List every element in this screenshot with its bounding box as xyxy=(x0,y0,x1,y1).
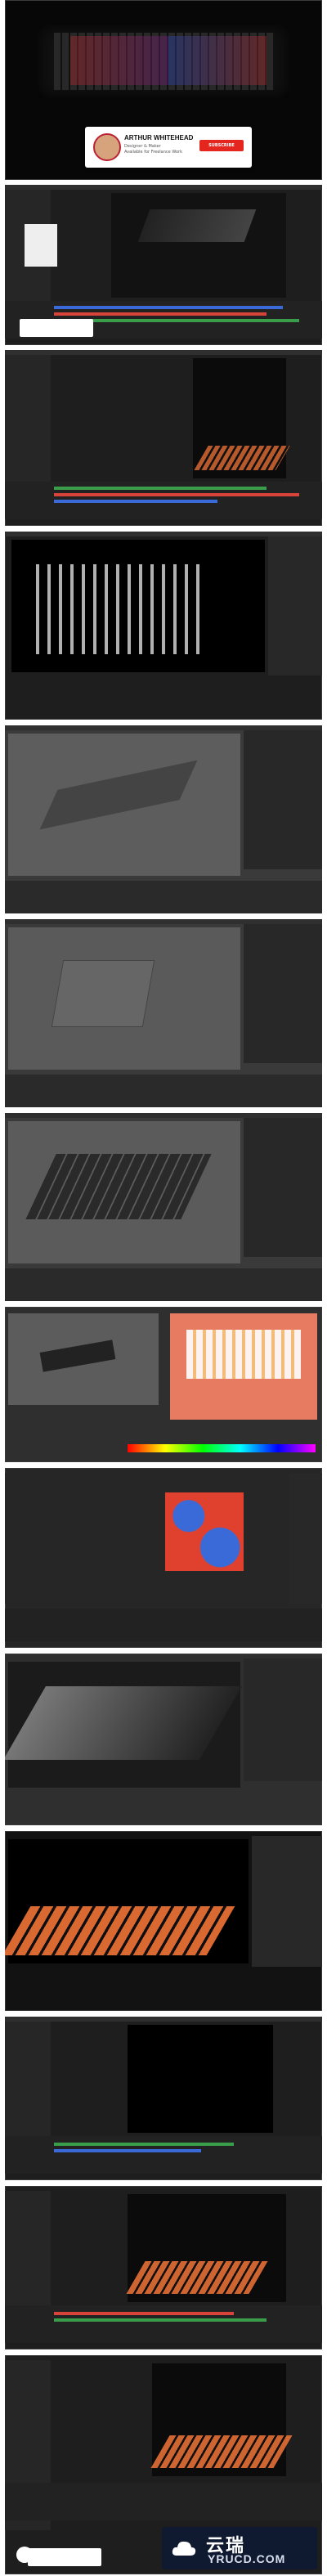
presenter-subtitle: Available for Freelance Work xyxy=(124,150,182,155)
3d-viewport[interactable] xyxy=(8,1121,240,1263)
material-bar[interactable] xyxy=(5,1075,322,1107)
project-panel[interactable] xyxy=(5,355,51,482)
channel-card xyxy=(20,319,93,337)
material-bar[interactable] xyxy=(5,1268,322,1301)
menu-bar[interactable] xyxy=(5,2017,322,2022)
menu-bar[interactable] xyxy=(5,185,322,190)
channel-card xyxy=(28,2548,101,2566)
3d-viewport[interactable] xyxy=(8,927,240,1070)
object-manager[interactable] xyxy=(244,730,322,869)
editor-frame-4 xyxy=(5,2017,322,2180)
project-panel[interactable] xyxy=(5,2191,51,2305)
presenter-name: ARTHUR WHITEHEAD xyxy=(124,134,194,141)
timeline[interactable] xyxy=(5,2136,322,2174)
timeline[interactable] xyxy=(5,2483,322,2520)
timeline[interactable] xyxy=(5,1609,322,1641)
noise-texture[interactable] xyxy=(165,1492,244,1571)
timeline[interactable] xyxy=(5,2305,322,2343)
editor-frame-1 xyxy=(5,185,322,345)
watermark-en: YRUCD.COM xyxy=(208,2552,286,2565)
render-viewport[interactable] xyxy=(5,1662,242,1788)
cinema4d-frame-2 xyxy=(5,919,322,1107)
project-panel[interactable] xyxy=(5,2022,51,2136)
preview-viewport[interactable] xyxy=(193,358,290,478)
render-frame-1 xyxy=(5,1654,322,1825)
presenter-card: ARTHUR WHITEHEAD Designer & Maker Availa… xyxy=(85,127,252,168)
3d-viewport[interactable] xyxy=(8,734,240,876)
color-picker-strip[interactable] xyxy=(128,1444,316,1452)
tools-panel[interactable] xyxy=(289,1473,322,1604)
render-frame-2 xyxy=(5,1831,322,2011)
preview-viewport[interactable] xyxy=(126,2194,286,2302)
properties-panel[interactable] xyxy=(268,536,322,675)
menu-bar[interactable] xyxy=(5,350,322,355)
object-manager[interactable] xyxy=(244,924,322,1063)
object-manager[interactable] xyxy=(244,1118,322,1257)
editor-frame-3 xyxy=(5,532,322,720)
editor-frame-6: 云瑞 YRUCD.COM xyxy=(5,2355,322,2574)
presenter-avatar xyxy=(93,133,121,161)
glow-viewport[interactable] xyxy=(5,1839,249,1963)
keyboard-preview[interactable] xyxy=(8,1313,159,1405)
subscribe-button[interactable]: SUBSCRIBE xyxy=(199,140,244,151)
settings-panel[interactable] xyxy=(252,1836,322,1967)
hero-frame: ARTHUR WHITEHEAD Designer & Maker Availa… xyxy=(5,0,322,180)
keycaps-viewport[interactable] xyxy=(11,540,265,672)
material-bar[interactable] xyxy=(5,881,322,913)
layers-panel[interactable] xyxy=(5,1473,70,1604)
timeline[interactable] xyxy=(5,482,322,519)
preview-viewport[interactable] xyxy=(111,193,286,298)
editor-frame-2 xyxy=(5,350,322,526)
cinema4d-frame-1 xyxy=(5,725,322,913)
uv-texture-map[interactable] xyxy=(170,1313,317,1420)
presenter-role: Designer & Maker xyxy=(124,144,161,149)
preview-viewport[interactable] xyxy=(150,2363,293,2476)
preview-viewport[interactable] xyxy=(128,2025,273,2133)
cinema4d-frame-3 xyxy=(5,1113,322,1301)
photoshop-frame xyxy=(5,1468,322,1648)
editor-frame-5 xyxy=(5,2186,322,2349)
thumbnail-grid xyxy=(25,224,57,267)
yrucd-watermark: 云瑞 YRUCD.COM xyxy=(162,2527,317,2569)
object-manager[interactable] xyxy=(244,1658,322,1781)
texture-frame xyxy=(5,1307,322,1462)
cloud-icon xyxy=(172,2541,196,2556)
